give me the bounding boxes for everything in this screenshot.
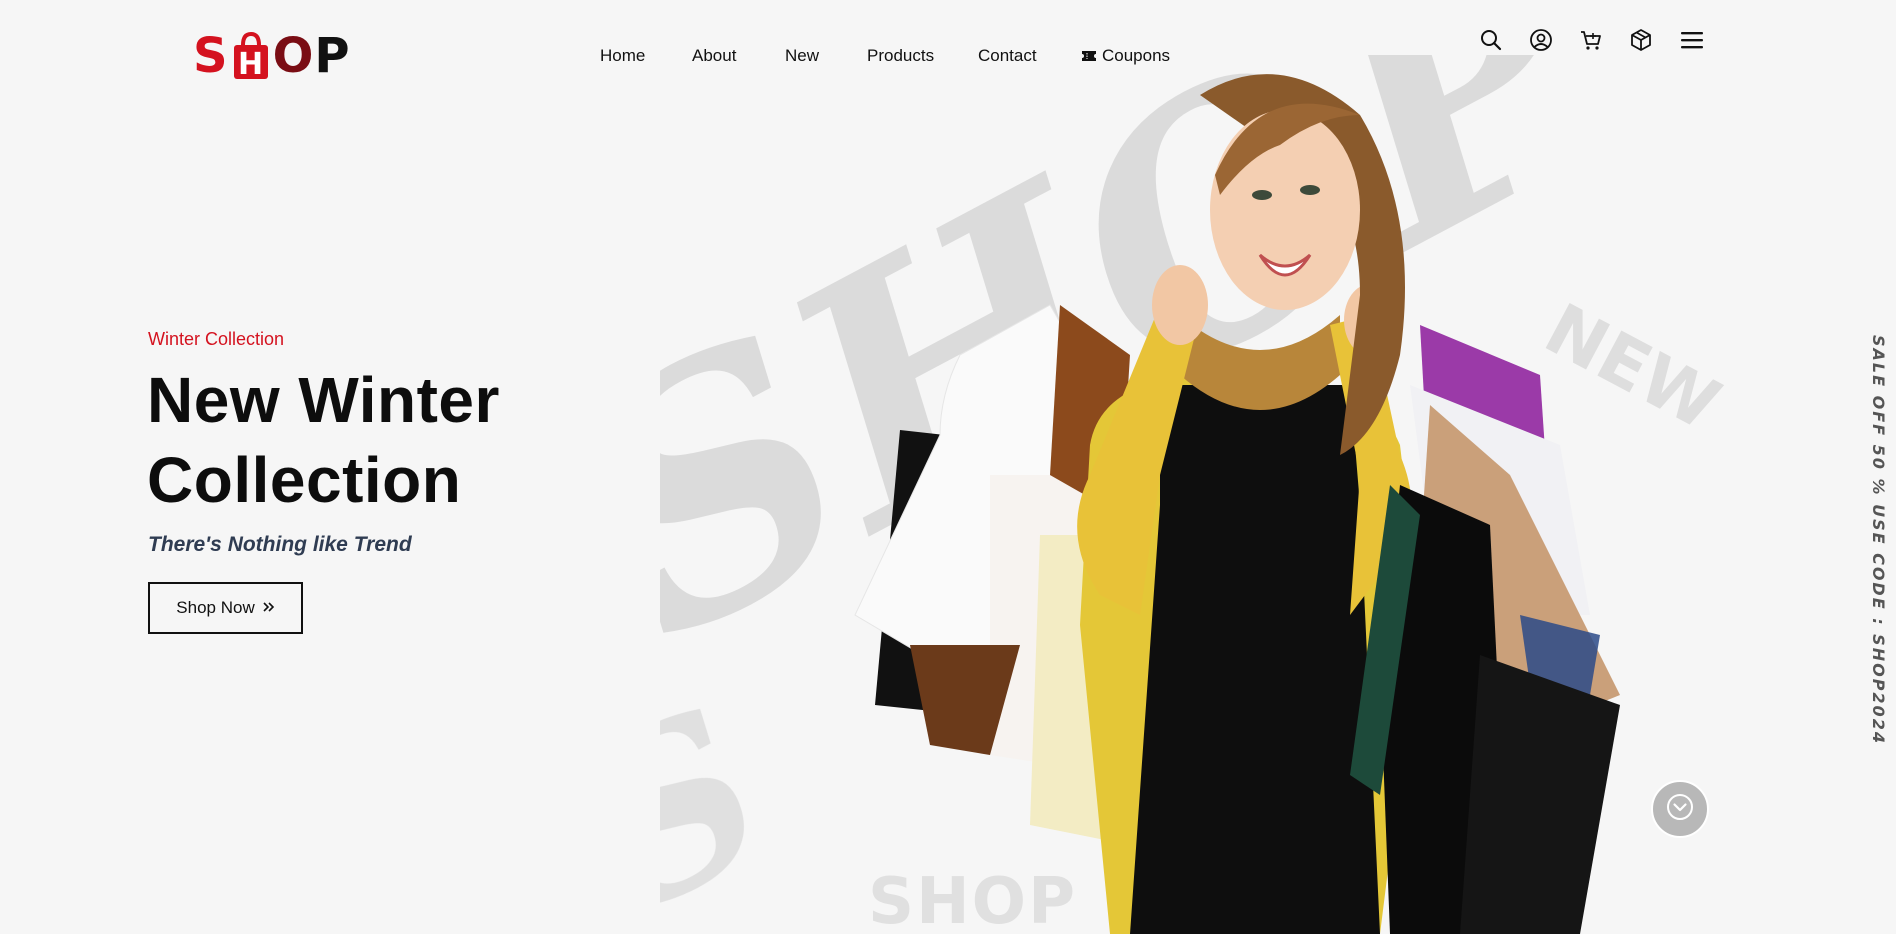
bottom-logo-text: SHOP	[868, 865, 1077, 934]
logo-letter-s: S	[193, 28, 229, 84]
user-icon[interactable]	[1528, 27, 1554, 53]
chevron-down-icon	[1666, 793, 1694, 826]
shop-now-label: Shop Now	[176, 598, 255, 617]
hero-tagline: There's Nothing like Trend	[148, 533, 412, 556]
logo-letter-h: H	[238, 47, 264, 81]
menu-icon[interactable]	[1679, 27, 1705, 53]
box-icon[interactable]	[1628, 27, 1654, 53]
nav-home-label: Home	[600, 46, 646, 65]
nav-home[interactable]: Home	[600, 44, 645, 68]
bottom-logo-watermark: SHOP	[868, 865, 1077, 934]
hero-headline: New Winter Collection	[147, 360, 607, 520]
svg-text:S: S	[660, 658, 805, 934]
hero-eyebrow: Winter Collection	[148, 329, 285, 349]
hero-headline-line1: New Winter	[147, 364, 500, 436]
hero-headline-line2: Collection	[147, 444, 462, 516]
logo-letter-o: O	[272, 28, 315, 84]
watermark-new: NEW	[1532, 288, 1733, 447]
shopping-bag-icon: H	[230, 31, 272, 82]
brand-logo[interactable]: S H O P	[193, 28, 351, 84]
scroll-down-button[interactable]	[1651, 780, 1709, 838]
cart-icon[interactable]	[1578, 27, 1604, 53]
double-chevron-right-icon	[263, 598, 275, 618]
logo-letter-p: P	[314, 28, 351, 84]
shop-now-button[interactable]: Shop Now	[148, 582, 303, 634]
vertical-promo-text: SALE OFF 50 % USE CODE : SHOP2024	[1869, 335, 1888, 745]
search-icon[interactable]	[1478, 27, 1504, 53]
